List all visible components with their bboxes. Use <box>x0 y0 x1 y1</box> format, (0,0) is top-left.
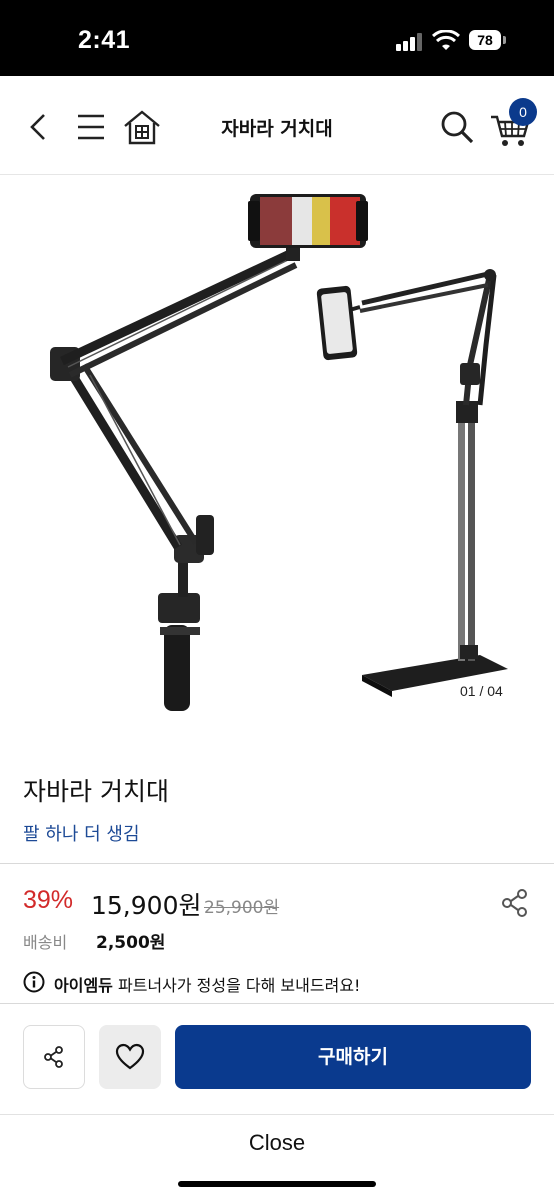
search-icon[interactable] <box>440 110 474 144</box>
battery-icon: 78 <box>469 30 501 50</box>
share-button[interactable] <box>23 1025 85 1089</box>
home-indicator <box>178 1181 376 1187</box>
product-gallery[interactable]: 01 / 04 <box>0 175 554 735</box>
product-tagline: 팔 하나 더 생김 <box>23 824 140 845</box>
top-nav: 자바라 거치대 0 <box>0 76 554 175</box>
buy-button[interactable]: 구매하기 <box>175 1025 531 1089</box>
battery-cap <box>503 36 506 44</box>
image-counter: 01 / 04 <box>460 683 503 699</box>
product-name: 자바라 거치대 <box>23 777 169 806</box>
info-icon <box>23 971 45 993</box>
like-button[interactable] <box>99 1025 161 1089</box>
shipping-fee: 2,500원 <box>96 933 166 953</box>
share-icon <box>44 1046 63 1068</box>
share-icon[interactable] <box>500 888 530 918</box>
heart-icon <box>115 1043 145 1070</box>
cart-count-badge: 0 <box>509 98 537 126</box>
original-price: 25,900원 <box>204 898 280 918</box>
shipping-label: 배송비 <box>23 933 68 952</box>
divider <box>0 863 554 864</box>
wifi-icon <box>432 30 460 50</box>
close-bar <box>0 1114 554 1201</box>
close-button[interactable]: Close <box>0 1130 554 1156</box>
status-bar: 2:41 78 <box>0 0 554 76</box>
seller-name: 아이엠듀 <box>54 976 113 995</box>
product-image[interactable] <box>0 175 554 735</box>
sale-price: 15,900원 <box>91 891 202 920</box>
seller-notice: 아이엠듀 파트너사가 정성을 다해 보내드려요! <box>54 972 360 996</box>
divider <box>0 1003 554 1004</box>
cellular-signal-icon <box>396 33 424 51</box>
status-time: 2:41 <box>78 26 131 54</box>
discount-rate: 39% <box>23 886 74 914</box>
seller-notice-text: 파트너사가 정성을 다해 보내드려요! <box>112 976 361 995</box>
